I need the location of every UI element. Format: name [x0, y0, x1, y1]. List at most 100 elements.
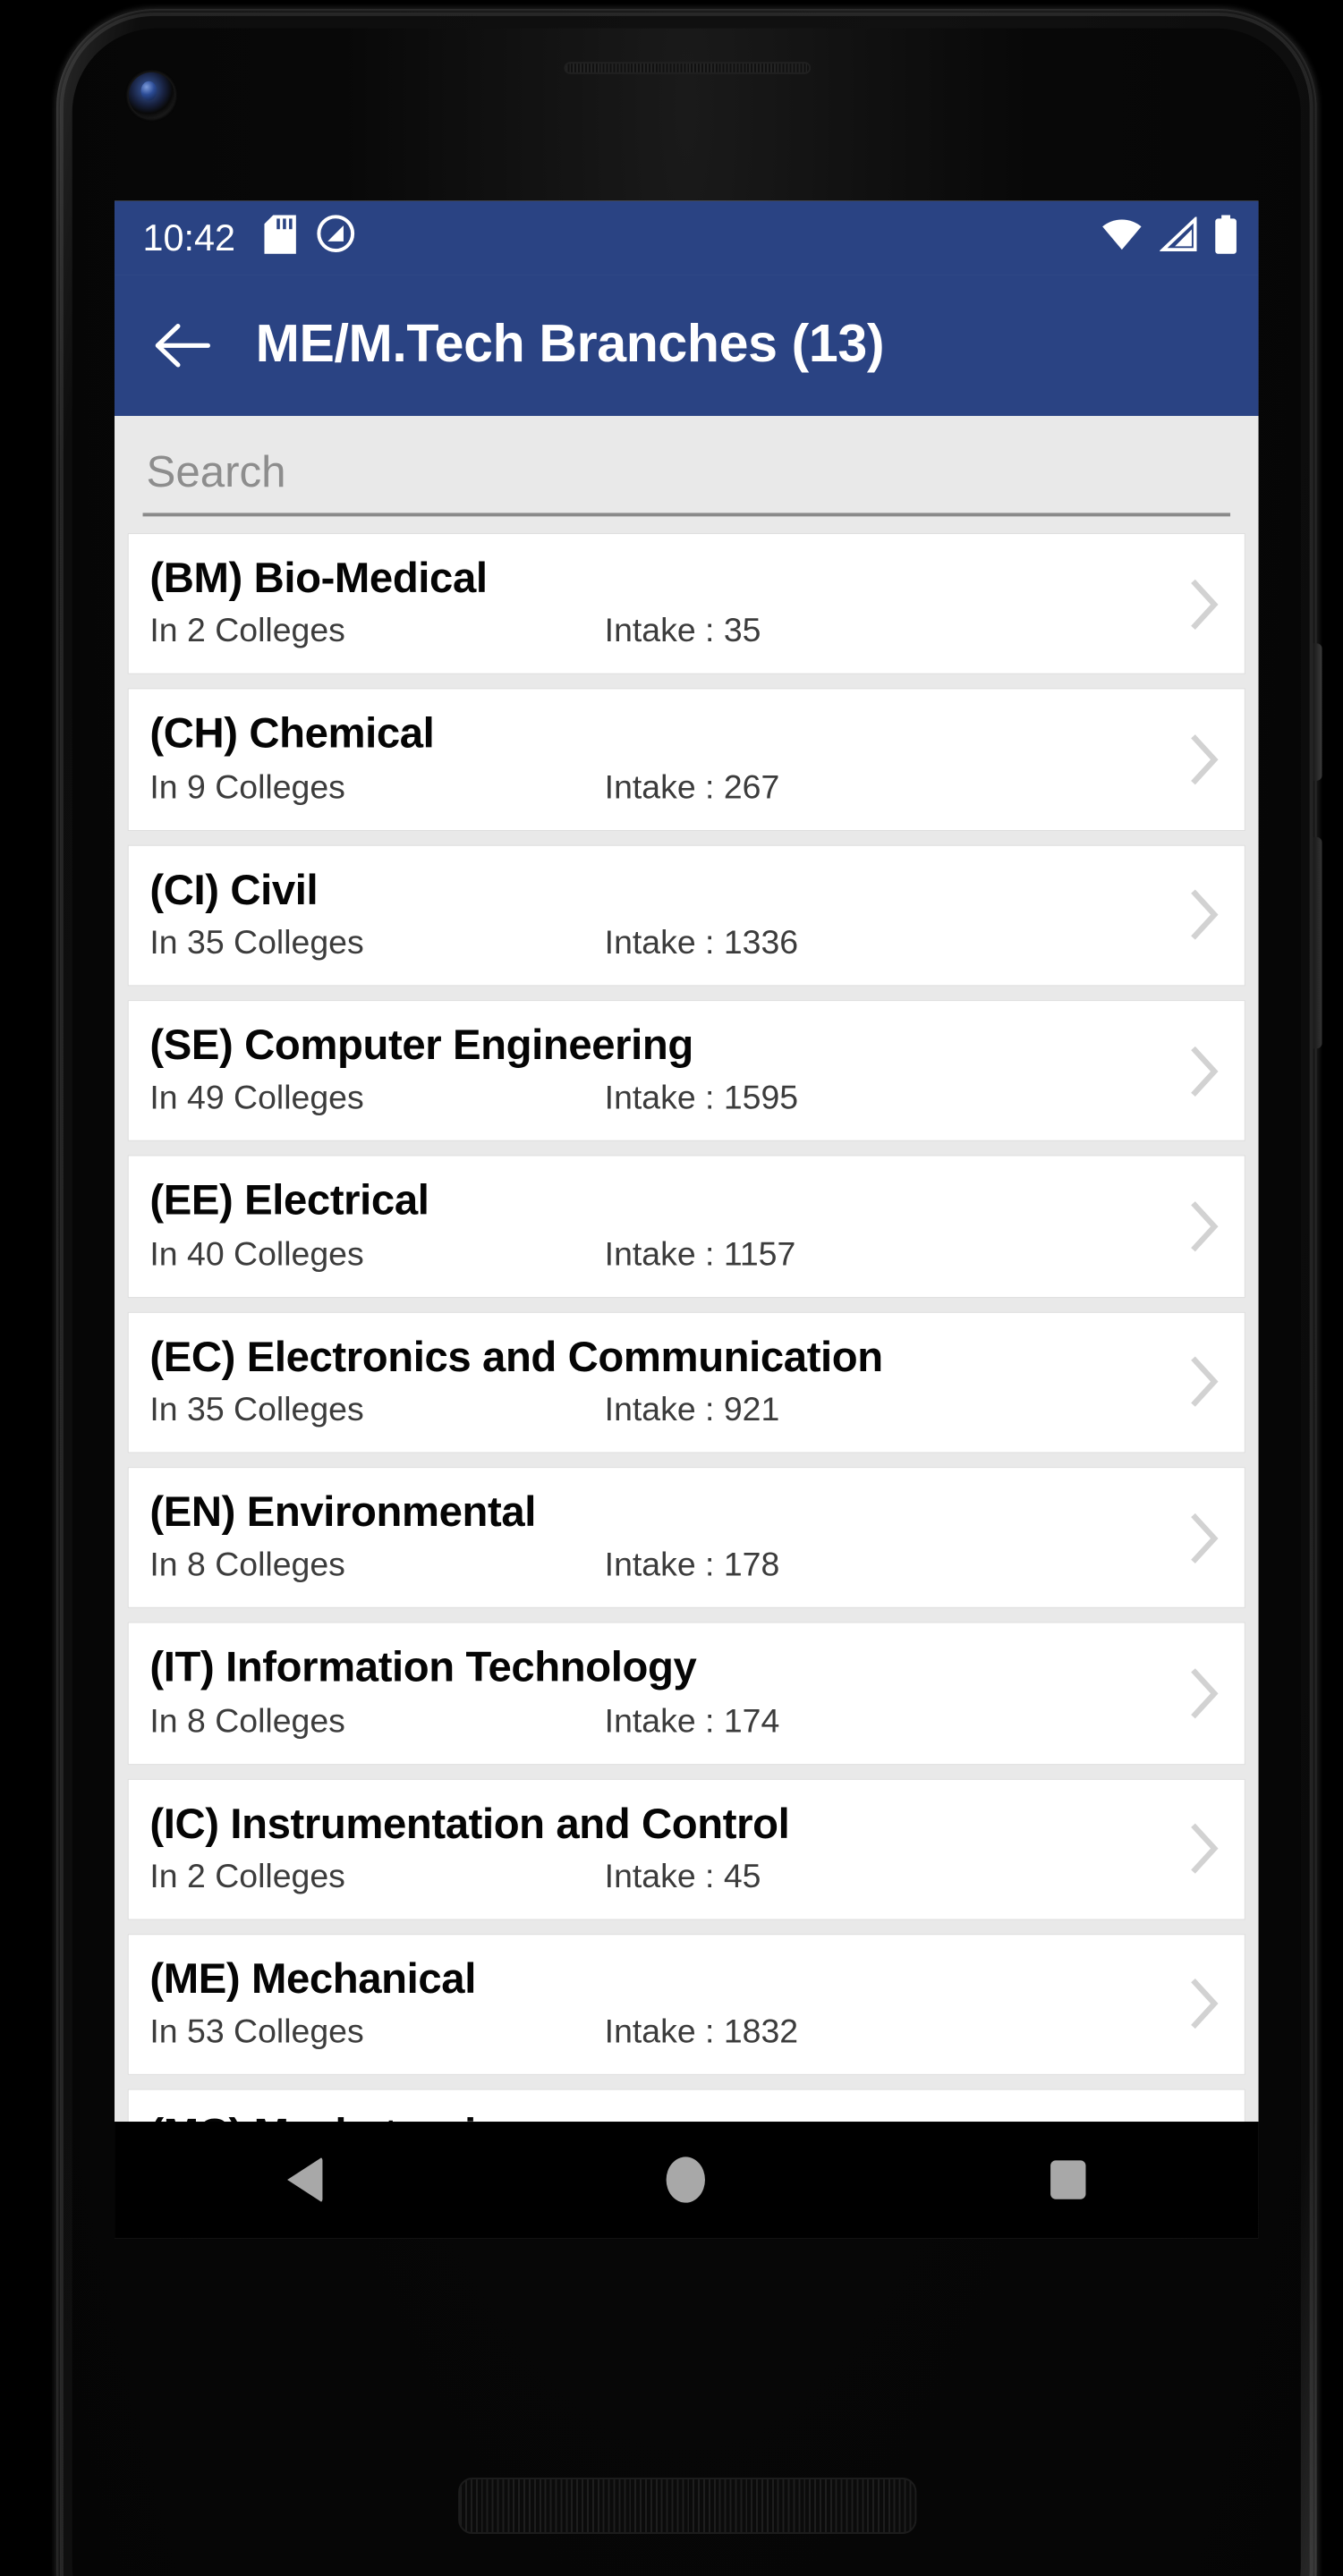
chevron-right-icon: [1177, 733, 1230, 786]
list-item[interactable]: (EE) Electrical In 40 Colleges Intake : …: [128, 1156, 1245, 1297]
list-item-content: (ME) Mechanical In 53 Colleges Intake : …: [149, 1955, 1177, 2053]
chevron-right-icon: [1177, 1356, 1230, 1409]
nav-home-circle-icon: [667, 2157, 706, 2203]
branch-colleges: In 8 Colleges: [149, 1703, 345, 1741]
list-item[interactable]: (IC) Instrumentation and Control In 2 Co…: [128, 1778, 1245, 1919]
status-bar-left-icons: [263, 214, 355, 263]
nav-recents-square-icon: [1050, 2160, 1086, 2199]
branch-title: (IT) Information Technology: [149, 1644, 697, 1692]
list-item[interactable]: (EN) Environmental In 8 Colleges Intake …: [128, 1467, 1245, 1608]
chevron-right-icon: [1177, 578, 1230, 631]
list-item[interactable]: (CH) Chemical In 9 Colleges Intake : 267: [128, 690, 1245, 830]
branch-intake: Intake : 178: [604, 1547, 780, 1585]
branch-title: (IC) Instrumentation and Control: [149, 1800, 790, 1848]
do-not-disturb-icon: [315, 214, 355, 263]
list-item-content: (BM) Bio-Medical In 2 Colleges Intake : …: [149, 555, 1177, 653]
branch-colleges: In 53 Colleges: [149, 2014, 364, 2052]
list-item[interactable]: (EC) Electronics and Communication In 35…: [128, 1311, 1245, 1453]
branch-title: (EE) Electrical: [149, 1177, 429, 1225]
chevron-right-icon: [1177, 1666, 1230, 1719]
branch-colleges: In 49 Colleges: [149, 1080, 364, 1118]
list-item[interactable]: (BM) Bio-Medical In 2 Colleges Intake : …: [128, 534, 1245, 674]
branch-title: (EN) Environmental: [149, 1488, 537, 1537]
branch-intake: Intake : 267: [604, 769, 780, 807]
earpiece-speaker: [563, 62, 811, 74]
search-input[interactable]: [142, 440, 1231, 517]
branch-title: (SE) Computer Engineering: [149, 1021, 693, 1070]
list-item-content: (SE) Computer Engineering In 49 Colleges…: [149, 1022, 1177, 1120]
branch-title: (ME) Mechanical: [149, 1955, 476, 2004]
app-bar: ME/M.Tech Branches (13): [115, 275, 1259, 417]
branch-meta: In 9 Colleges Intake : 267: [149, 769, 1177, 808]
branch-meta: In 49 Colleges Intake : 1595: [149, 1080, 1177, 1119]
list-item-content: (IT) Information Technology In 8 College…: [149, 1645, 1177, 1742]
chevron-right-icon: [1177, 1822, 1230, 1875]
branch-meta: In 40 Colleges Intake : 1157: [149, 1236, 1177, 1275]
chevron-right-icon: [1177, 889, 1230, 942]
branch-intake: Intake : 921: [604, 1392, 780, 1429]
nav-back-triangle-icon: [287, 2157, 323, 2203]
nav-home-button[interactable]: [581, 2122, 792, 2238]
branch-intake: Intake : 45: [604, 1859, 761, 1896]
branch-intake: Intake : 1595: [604, 1080, 799, 1118]
volume-button[interactable]: [1313, 836, 1322, 1049]
page-title: ME/M.Tech Branches (13): [255, 315, 885, 374]
branch-title: (CH) Chemical: [149, 710, 435, 758]
list-item[interactable]: (ME) Mechanical In 53 Colleges Intake : …: [128, 1934, 1245, 2075]
list-item-content: (CH) Chemical In 9 Colleges Intake : 267: [149, 711, 1177, 809]
phone-screen: 10:42 ME/M.Tech Branches (13) Search (BM…: [115, 200, 1259, 2239]
nav-recents-button[interactable]: [962, 2122, 1173, 2238]
wifi-icon: [1101, 216, 1142, 259]
branch-list[interactable]: (BM) Bio-Medical In 2 Colleges Intake : …: [115, 516, 1259, 2208]
branch-meta: In 35 Colleges Intake : 921: [149, 1392, 1177, 1430]
branch-meta: In 2 Colleges Intake : 35: [149, 614, 1177, 652]
branch-meta: In 53 Colleges Intake : 1832: [149, 2014, 1177, 2053]
branch-colleges: In 2 Colleges: [149, 1859, 345, 1896]
back-arrow-icon: [155, 324, 210, 368]
list-item[interactable]: (CI) Civil In 35 Colleges Intake : 1336: [128, 845, 1245, 986]
branch-title: (CI) Civil: [149, 866, 319, 914]
branch-intake: Intake : 1832: [604, 2014, 799, 2052]
branch-colleges: In 40 Colleges: [149, 1236, 364, 1274]
nav-back-button[interactable]: [200, 2122, 411, 2238]
branch-meta: In 8 Colleges Intake : 174: [149, 1703, 1177, 1741]
branch-intake: Intake : 35: [604, 614, 761, 651]
branch-intake: Intake : 1157: [604, 1236, 796, 1274]
branch-intake: Intake : 1336: [604, 925, 799, 962]
list-item-content: (EC) Electronics and Communication In 35…: [149, 1334, 1177, 1431]
branch-colleges: In 35 Colleges: [149, 925, 364, 962]
branch-title: (EC) Electronics and Communication: [149, 1333, 883, 1381]
list-item-content: (CI) Civil In 35 Colleges Intake : 1336: [149, 867, 1177, 964]
back-button[interactable]: [143, 307, 221, 385]
sd-card-icon: [263, 214, 296, 262]
android-navigation-bar: [115, 2122, 1259, 2239]
power-button[interactable]: [1313, 643, 1322, 781]
list-item[interactable]: (SE) Computer Engineering In 49 Colleges…: [128, 1000, 1245, 1141]
chevron-right-icon: [1177, 1200, 1230, 1253]
bottom-speaker-grille: [457, 2477, 916, 2535]
phone-device: 10:42 ME/M.Tech Branches (13) Search (BM…: [56, 9, 1322, 2576]
status-bar: 10:42: [115, 200, 1259, 275]
battery-icon: [1214, 214, 1237, 262]
status-bar-clock: 10:42: [142, 217, 236, 258]
branch-colleges: In 8 Colleges: [149, 1547, 345, 1585]
list-item[interactable]: (IT) Information Technology In 8 College…: [128, 1623, 1245, 1764]
branch-meta: In 2 Colleges Intake : 45: [149, 1859, 1177, 1897]
search-bar: [115, 416, 1259, 517]
branch-title: (BM) Bio-Medical: [149, 555, 488, 603]
branch-colleges: In 35 Colleges: [149, 1392, 364, 1429]
front-camera: [128, 72, 174, 119]
chevron-right-icon: [1177, 1045, 1230, 1097]
cellular-signal-icon: [1159, 214, 1197, 259]
branch-colleges: In 2 Colleges: [149, 614, 345, 651]
chevron-right-icon: [1177, 1511, 1230, 1563]
chevron-right-icon: [1177, 1978, 1230, 2030]
branch-colleges: In 9 Colleges: [149, 769, 345, 807]
list-item-content: (EE) Electrical In 40 Colleges Intake : …: [149, 1178, 1177, 1275]
list-item-content: (IC) Instrumentation and Control In 2 Co…: [149, 1801, 1177, 1898]
branch-meta: In 8 Colleges Intake : 178: [149, 1547, 1177, 1586]
branch-meta: In 35 Colleges Intake : 1336: [149, 925, 1177, 963]
list-item-content: (EN) Environmental In 8 Colleges Intake …: [149, 1489, 1177, 1587]
branch-intake: Intake : 174: [604, 1703, 780, 1741]
status-bar-right-icons: [1101, 214, 1237, 262]
